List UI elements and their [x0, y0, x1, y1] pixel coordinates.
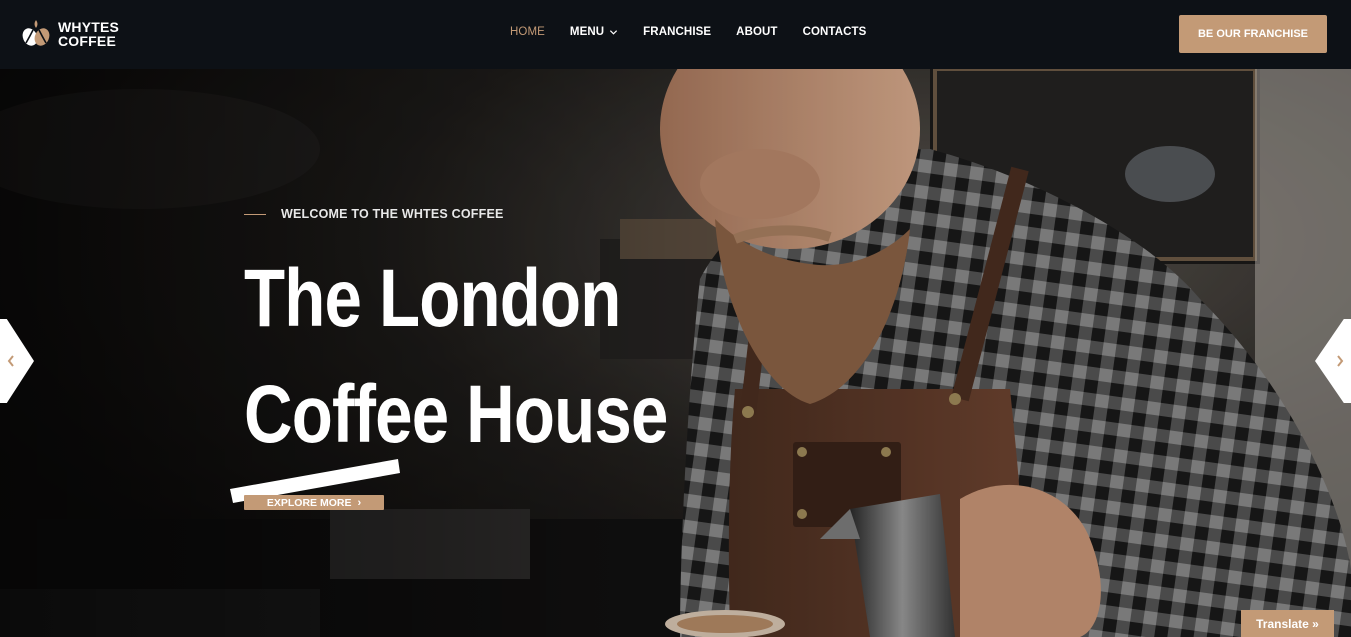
nav-item-about[interactable]: ABOUT	[736, 26, 777, 38]
nav-franchise-label: FRANCHISE	[643, 26, 712, 38]
nav-item-menu[interactable]: MENU	[570, 26, 618, 38]
translate-label: Translate »	[1256, 616, 1319, 631]
eyebrow-divider	[244, 213, 266, 215]
translate-button[interactable]: Translate »	[1241, 610, 1334, 637]
site-header: WHYTES COFFEE HOME MENU FRANCHISE ABOUT …	[0, 0, 1351, 69]
hero-headline: The London Coffee House	[244, 241, 761, 473]
headline-line-2: Coffee House	[244, 369, 668, 460]
brand-name: WHYTES COFFEE	[58, 20, 119, 48]
explore-more-button[interactable]: EXPLORE MORE ›	[244, 495, 384, 510]
nav-item-home[interactable]: HOME	[510, 26, 545, 38]
eyebrow-text: WELCOME TO THE WHTES COFFEE	[281, 207, 504, 221]
nav-item-contacts[interactable]: CONTACTS	[803, 26, 867, 38]
nav-menu-label: MENU	[569, 26, 605, 38]
chevron-right-icon	[1337, 355, 1344, 367]
arrow-right-icon: ›	[357, 496, 362, 509]
nav-contacts-label: CONTACTS	[802, 26, 867, 38]
brand-line2: COFFEE	[58, 33, 116, 49]
explore-more-label: EXPLORE MORE	[266, 496, 352, 509]
cta-label: BE OUR FRANCHISE	[1197, 28, 1308, 40]
chevron-down-icon	[610, 29, 618, 35]
nav-about-label: ABOUT	[736, 26, 778, 38]
brand-line1: WHYTES	[58, 19, 120, 35]
chevron-left-icon	[7, 355, 14, 367]
headline-line-1: The London	[244, 253, 621, 344]
nav-item-franchise[interactable]: FRANCHISE	[643, 26, 711, 38]
site-logo[interactable]: WHYTES COFFEE	[20, 18, 119, 50]
main-nav: HOME MENU FRANCHISE ABOUT CONTACTS	[510, 26, 891, 38]
nav-home-label: HOME	[510, 26, 545, 38]
be-our-franchise-button[interactable]: BE OUR FRANCHISE	[1179, 15, 1327, 53]
coffee-beans-logo-icon	[22, 20, 50, 46]
hero-eyebrow: WELCOME TO THE WHTES COFFEE	[244, 207, 504, 221]
hero-slider: WELCOME TO THE WHTES COFFEE The London C…	[0, 69, 1351, 637]
